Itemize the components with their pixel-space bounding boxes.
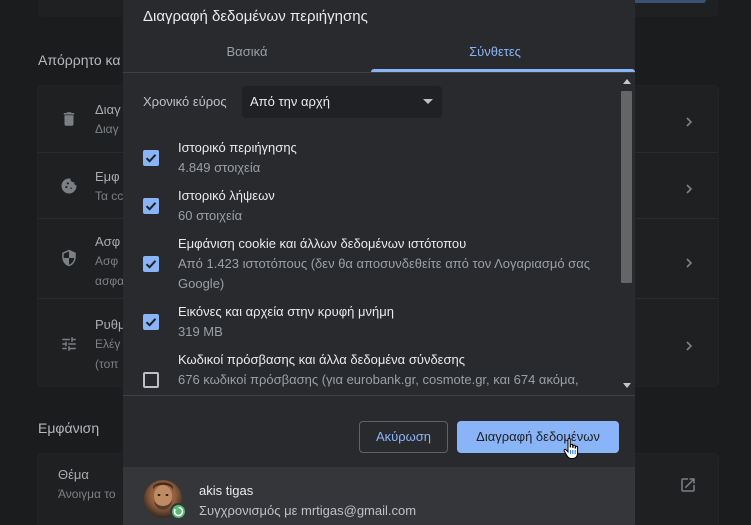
checkmark-icon xyxy=(145,154,157,163)
data-item-cached-images: Εικόνες και αρχεία στην κρυφή μνήμη 319 … xyxy=(123,299,619,347)
tab-advanced[interactable]: Σύνθετες xyxy=(371,32,619,72)
dialog-scrollbar[interactable] xyxy=(620,73,635,395)
checkbox-cookies[interactable] xyxy=(143,256,159,272)
scroll-up-arrow-icon[interactable] xyxy=(623,79,631,84)
account-sync-text: Συγχρονισμός με mrtigas@gmail.com xyxy=(199,503,417,518)
time-range-value: Από την αρχή xyxy=(250,94,330,109)
settings-row-title: Θέμα xyxy=(58,467,89,482)
clear-browsing-data-dialog: Διαγραφή δεδομένων περιήγησης Βασικά Σύν… xyxy=(123,0,635,525)
time-range-label: Χρονικό εύρος xyxy=(143,94,227,109)
item-subtitle: 319 MB xyxy=(178,324,223,339)
sync-status-icon xyxy=(170,503,187,520)
checkmark-icon xyxy=(145,260,157,269)
checkbox-passwords[interactable] xyxy=(143,372,159,388)
tune-icon xyxy=(60,335,78,353)
checkbox-download-history[interactable] xyxy=(143,198,159,214)
item-subtitle: 4.849 στοιχεία xyxy=(178,160,261,175)
checkmark-icon xyxy=(145,202,157,211)
dialog-tabs: Βασικά Σύνθετες xyxy=(123,32,635,72)
item-subtitle: 676 κωδικοί πρόσβασης (για eurobank.gr, … xyxy=(178,372,579,387)
account-footer: akis tigas Συγχρονισμός με mrtigas@gmail… xyxy=(123,467,635,525)
checkbox-cached-images[interactable] xyxy=(143,314,159,330)
chevron-down-icon xyxy=(423,99,433,104)
settings-row-subtitle-2: (τοπ xyxy=(95,357,119,371)
settings-top-button xyxy=(630,0,706,3)
settings-row-title: Διαγ xyxy=(95,102,121,117)
settings-row-subtitle-2: ασφα xyxy=(95,274,125,288)
chevron-right-icon xyxy=(684,114,694,127)
settings-row-subtitle: Διαγ xyxy=(95,122,119,136)
chevron-right-icon xyxy=(684,181,694,194)
delete-data-button[interactable]: Διαγραφή δεδομένων xyxy=(457,421,619,453)
dialog-scroll-content[interactable]: Χρονικό εύρος Από την αρχή Ιστορικό περι… xyxy=(123,73,635,395)
shield-icon xyxy=(60,249,78,267)
chevron-right-icon xyxy=(684,338,694,351)
item-title: Ιστορικό λήψεων xyxy=(178,188,275,203)
settings-row-subtitle: Άνοιγμα το xyxy=(58,487,116,501)
cookie-icon xyxy=(60,177,78,195)
chevron-right-icon xyxy=(684,255,694,268)
privacy-section-title: Απόρρητο κα xyxy=(38,52,121,68)
content-divider xyxy=(123,395,635,396)
settings-row-title: Εμφ xyxy=(95,169,120,184)
data-item-passwords: Κωδικοί πρόσβασης και άλλα δεδομένα σύνδ… xyxy=(123,347,619,395)
settings-row-title: Ρυθμ xyxy=(95,317,126,332)
account-name: akis tigas xyxy=(199,483,254,498)
appearance-section-title: Εμφάνιση xyxy=(38,420,100,436)
checkbox-browsing-history[interactable] xyxy=(143,150,159,166)
trash-icon xyxy=(60,110,78,128)
time-range-dropdown[interactable]: Από την αρχή xyxy=(242,86,442,118)
item-subtitle: Από 1.423 ιστοτόπους (δεν θα αποσυνδεθεί… xyxy=(178,256,590,291)
cancel-button[interactable]: Ακύρωση xyxy=(359,421,448,453)
data-item-browsing-history: Ιστορικό περιήγησης 4.849 στοιχεία xyxy=(123,135,619,183)
item-title: Κωδικοί πρόσβασης και άλλα δεδομένα σύνδ… xyxy=(178,352,465,367)
tab-basic[interactable]: Βασικά xyxy=(123,32,371,72)
item-title: Εικόνες και αρχεία στην κρυφή μνήμη xyxy=(178,304,394,319)
settings-row-subtitle: Ασφ xyxy=(95,254,119,268)
settings-row-title: Ασφ xyxy=(95,234,121,249)
data-item-cookies: Εμφάνιση cookie και άλλων δεδομένων ιστό… xyxy=(123,231,619,299)
item-title: Εμφάνιση cookie και άλλων δεδομένων ιστό… xyxy=(178,236,467,251)
settings-row-subtitle: Ελέγ xyxy=(95,337,121,351)
item-subtitle: 60 στοιχεία xyxy=(178,208,243,223)
scrollbar-thumb[interactable] xyxy=(621,91,632,283)
settings-row-subtitle: Τα cc xyxy=(95,189,124,203)
checkmark-icon xyxy=(145,318,157,327)
item-title: Ιστορικό περιήγησης xyxy=(178,140,297,155)
dialog-title: Διαγραφή δεδομένων περιήγησης xyxy=(143,8,368,25)
external-link-icon xyxy=(679,476,697,494)
hand-pointer-cursor-icon xyxy=(563,437,581,466)
scroll-down-arrow-icon[interactable] xyxy=(623,383,631,388)
data-item-download-history: Ιστορικό λήψεων 60 στοιχεία xyxy=(123,183,619,231)
